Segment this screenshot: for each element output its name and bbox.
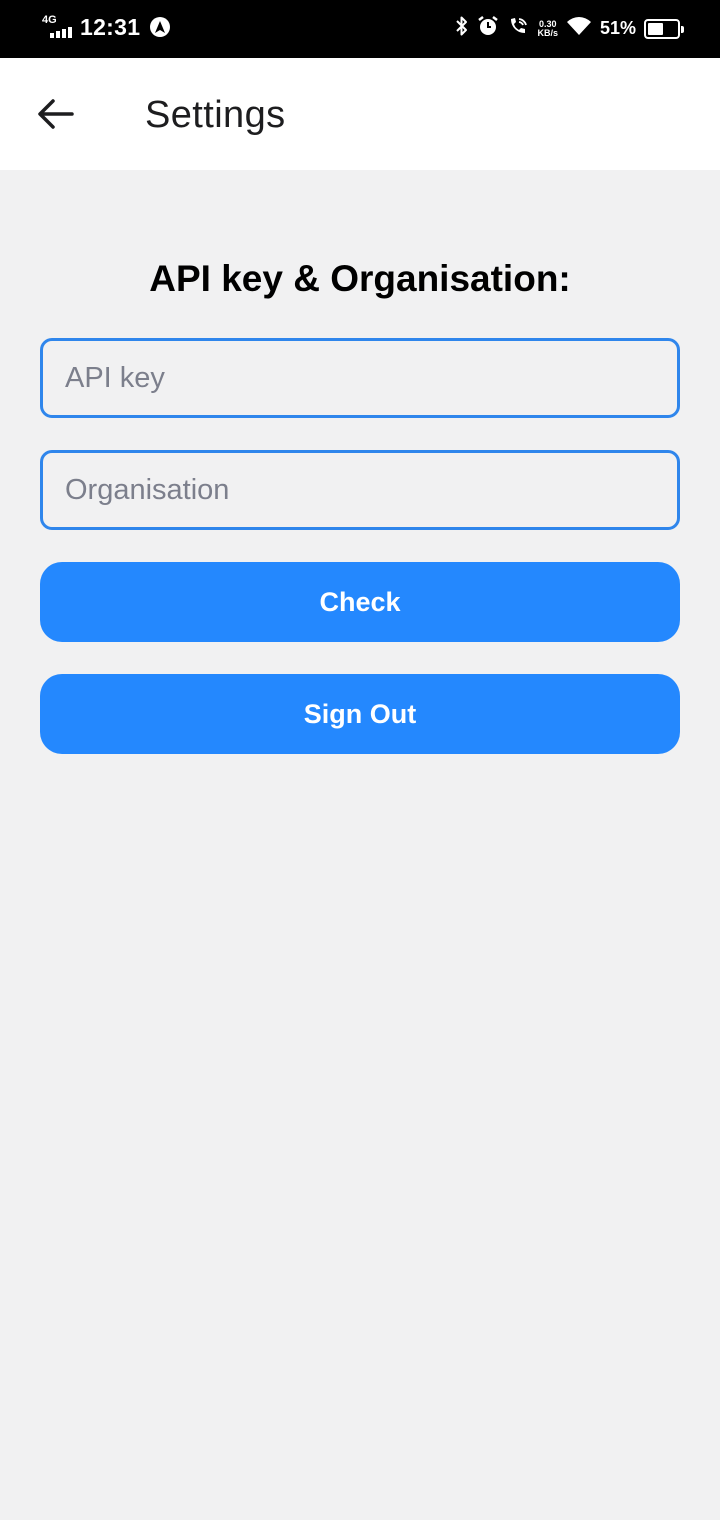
network-type: 4G [42, 14, 57, 26]
settings-content: API key & Organisation: Check Sign Out [0, 170, 720, 1520]
alarm-icon [477, 15, 499, 42]
page-title: Settings [145, 94, 286, 136]
wifi-icon [566, 15, 592, 42]
cellular-signal-icon: 4G [42, 13, 76, 41]
battery-percent: 51% [599, 18, 636, 38]
sign-out-button[interactable]: Sign Out [40, 674, 680, 754]
status-time: 12:31 [80, 13, 141, 40]
back-arrow-icon[interactable] [36, 96, 76, 132]
section-heading: API key & Organisation: [149, 258, 571, 299]
battery-icon [644, 18, 684, 39]
bluetooth-icon [455, 15, 469, 42]
app-bar: Settings [0, 58, 720, 170]
navigation-indicator-icon [150, 17, 171, 37]
speed-unit: KB/s [537, 27, 558, 38]
wifi-calling-icon [507, 15, 529, 42]
status-bar: 4G 12:31 0.30 KB/s 51% [0, 0, 720, 58]
organisation-input[interactable] [40, 450, 680, 530]
network-speed: 0.30 KB/s [537, 19, 558, 38]
check-button[interactable]: Check [40, 562, 680, 642]
api-key-input[interactable] [40, 338, 680, 418]
